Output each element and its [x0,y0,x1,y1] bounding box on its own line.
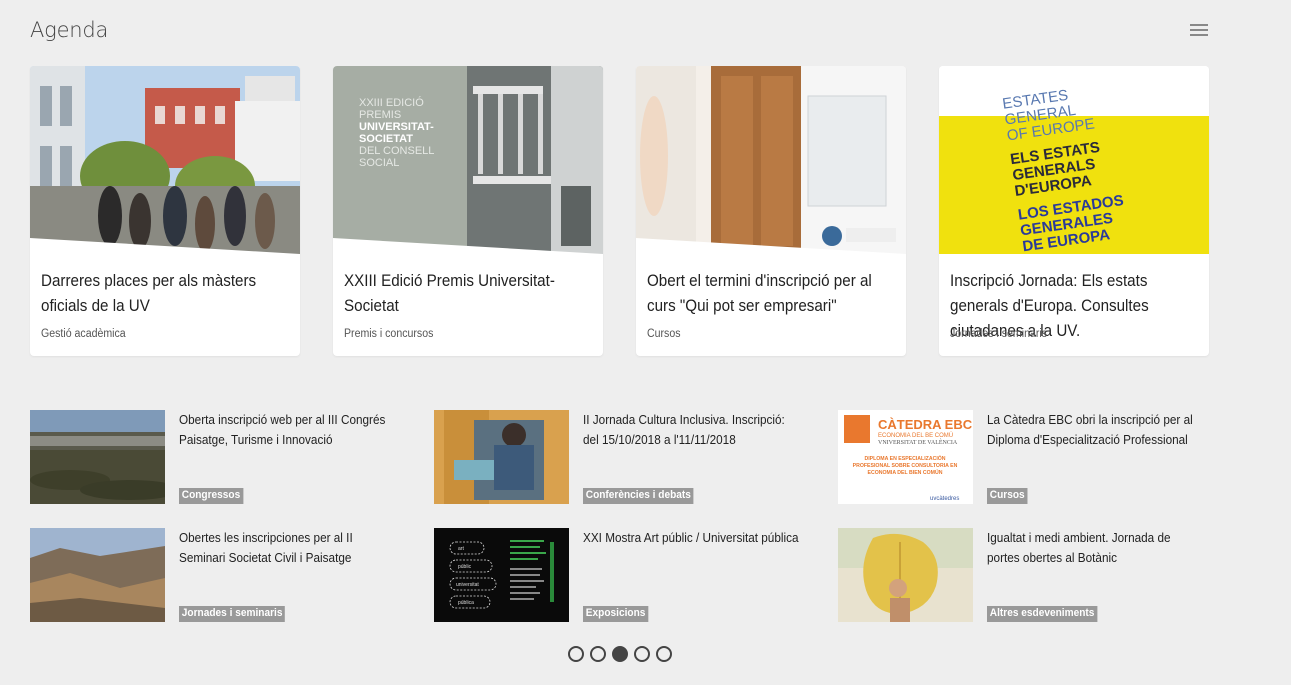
category-badge[interactable]: Altres esdeveniments [987,606,1098,622]
list-item[interactable]: CÀTEDRA EBC ECONOMIA DEL BE COMÚ VNIVERS… [838,410,1228,504]
pagination-dot-5[interactable] [656,646,672,662]
thumb-text: CÀTEDRA EBC [878,417,973,432]
thumb-text: universitat [456,582,479,588]
list-item[interactable]: art públic universitat pública XXI Mostr… [434,528,824,622]
item-thumbnail[interactable] [30,410,165,504]
card-image: ESTATES GENERAL OF EUROPE ELS ESTATS GEN… [939,66,1209,254]
thumb-text: DIPLOMA EN ESPECIALIZACIÓN [864,454,945,462]
item-title[interactable]: La Càtedra EBC obri la inscripció per al… [987,410,1203,450]
card-title[interactable]: Darreres places per als màsters oficials… [41,269,271,319]
card-image-text: DEL CONSELL [359,145,434,157]
card-image-text: PREMIS [359,109,401,121]
thumb-text: uvcàtedres [930,496,959,502]
item-thumbnail[interactable] [434,410,569,504]
featured-card[interactable]: XXIII EDICIÓ PREMIS UNIVERSITAT- SOCIETA… [333,66,603,356]
item-title[interactable]: II Jornada Cultura Inclusiva. Inscripció… [583,410,799,450]
thumb-text: VNIVERSITAT DE VALÈNCIA [878,438,958,446]
list-item[interactable]: Oberta inscripció web per al III Congrés… [30,410,420,504]
card-category[interactable]: Jornades i seminaris [950,328,1047,340]
item-title[interactable]: XXI Mostra Art públic / Universitat públ… [583,528,799,548]
featured-card[interactable]: ESTATES GENERAL OF EUROPE ELS ESTATS GEN… [939,66,1209,356]
thumb-text: pública [458,600,474,606]
card-title[interactable]: Obert el termini d'inscripció per al cur… [647,269,877,319]
category-badge[interactable]: Jornades i seminaris [179,606,286,622]
item-title[interactable]: Oberta inscripció web per al III Congrés… [179,410,395,450]
category-badge[interactable]: Cursos [987,488,1028,504]
pagination-dot-3[interactable] [612,646,628,662]
thumb-text: públic [458,564,472,570]
featured-card[interactable]: Darreres places per als màsters oficials… [30,66,300,356]
thumb-text: art [458,546,464,552]
card-image-text: SOCIAL [359,157,399,169]
category-badge[interactable]: Conferències i debats [583,488,694,504]
card-title[interactable]: XXIII Edició Premis Universitat-Societat [344,269,574,319]
card-category[interactable]: Cursos [647,328,681,340]
thumb-text: PROFESIONAL SOBRE CONSULTORIA EN [853,463,958,469]
card-image-text: UNIVERSITAT- [359,121,434,133]
list-item[interactable]: II Jornada Cultura Inclusiva. Inscripció… [434,410,824,504]
hamburger-menu-icon[interactable] [1190,24,1208,38]
featured-card[interactable]: Obert el termini d'inscripció per al cur… [636,66,906,356]
item-thumbnail[interactable]: art públic universitat pública [434,528,569,622]
pagination-dot-2[interactable] [590,646,606,662]
item-thumbnail[interactable] [838,528,973,622]
pagination-dot-4[interactable] [634,646,650,662]
category-badge[interactable]: Congressos [179,488,244,504]
card-image-text: SOCIETAT [359,133,413,145]
card-image-text: XXIII EDICIÓ [359,96,424,109]
item-title[interactable]: Igualtat i medi ambient. Jornada de port… [987,528,1203,568]
item-title[interactable]: Obertes les inscripciones per al II Semi… [179,528,395,568]
category-badge[interactable]: Exposicions [583,606,649,622]
card-category[interactable]: Gestió acadèmica [41,328,126,340]
thumb-text: ECONOMIA DEL BIEN COMÚN [868,469,943,476]
pagination-dot-1[interactable] [568,646,584,662]
list-item[interactable]: Obertes les inscripciones per al II Semi… [30,528,420,622]
item-thumbnail[interactable]: CÀTEDRA EBC ECONOMIA DEL BE COMÚ VNIVERS… [838,410,973,504]
list-item[interactable]: Igualtat i medi ambient. Jornada de port… [838,528,1228,622]
thumb-text: ECONOMIA DEL BE COMÚ [878,432,953,439]
item-thumbnail[interactable] [30,528,165,622]
carousel-pagination [568,646,678,662]
card-category[interactable]: Premis i concursos [344,328,433,340]
page-title: Agenda [30,18,109,42]
